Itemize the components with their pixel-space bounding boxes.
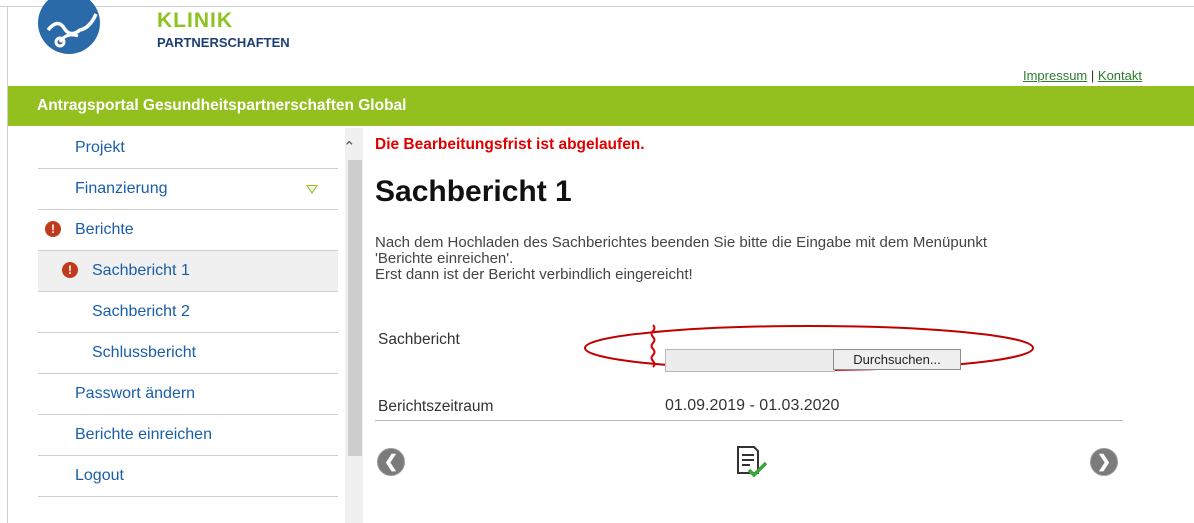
instructions-line: 'Berichte einreichen'. [375, 250, 514, 267]
submit-report-icon[interactable] [735, 446, 767, 478]
sidebar-item-projekt[interactable]: Projekt [38, 128, 338, 169]
sachbericht-label: Sachbericht [378, 331, 460, 348]
sidebar-item-label: Projekt [75, 139, 125, 156]
sidebar-item-sachbericht-2[interactable]: Sachbericht 2 [38, 292, 338, 333]
logo-text-partnerschaften: PARTNERSCHAFTEN [157, 35, 290, 50]
portal-header-bar: Antragsportal Gesundheitspartnerschaften… [8, 86, 1194, 126]
sidebar-item-label: Berichte [75, 221, 134, 238]
deadline-notice: Die Bearbeitungsfrist ist abgelaufen. [375, 136, 645, 153]
sidebar-item-logout[interactable]: Logout [38, 456, 338, 497]
file-path-field[interactable] [665, 349, 835, 372]
sidebar-item-label: Sachbericht 1 [92, 262, 190, 279]
instructions-line: Erst dann ist der Bericht verbindlich ei… [375, 266, 693, 283]
expand-triangle-icon[interactable] [306, 185, 318, 194]
previous-arrow-icon[interactable]: ❮ [377, 448, 405, 476]
sidebar-item-label: Schlussbericht [92, 344, 197, 361]
sidebar: Projekt Finanzierung ! Berichte ! Sachbe… [38, 128, 338, 497]
berichtszeitraum-value: 01.09.2019 - 01.03.2020 [665, 397, 840, 414]
instructions: Nach dem Hochladen des Sachberichtes bee… [375, 235, 1115, 283]
impressum-link[interactable]: Impressum [1023, 68, 1087, 83]
sidebar-item-label: Logout [75, 467, 124, 484]
next-arrow-icon[interactable]: ❯ [1090, 448, 1118, 476]
sidebar-item-sachbericht-1[interactable]: ! Sachbericht 1 [38, 251, 338, 292]
kontakt-link[interactable]: Kontakt [1098, 68, 1142, 83]
sidebar-item-finanzierung[interactable]: Finanzierung [38, 169, 338, 210]
scrollbar-thumb[interactable] [348, 160, 362, 456]
logo[interactable]: KLINIK PARTNERSCHAFTEN [38, 0, 290, 66]
portal-title: Antragsportal Gesundheitspartnerschaften… [37, 97, 407, 114]
logo-icon [38, 0, 100, 54]
sidebar-item-passwort-aendern[interactable]: Passwort ändern [38, 374, 338, 415]
sidebar-item-schlussbericht[interactable]: Schlussbericht [38, 333, 338, 374]
browse-button[interactable]: Durchsuchen... [833, 349, 961, 370]
sidebar-item-label: Finanzierung [75, 180, 168, 197]
sidebar-item-label: Berichte einreichen [75, 426, 212, 443]
top-links: Impressum | Kontakt [1023, 68, 1142, 83]
sidebar-item-berichte[interactable]: ! Berichte [38, 210, 338, 251]
berichtszeitraum-label: Berichtszeitraum [378, 398, 494, 415]
logo-text-klinik: KLINIK [157, 9, 233, 32]
sidebar-item-berichte-einreichen[interactable]: Berichte einreichen [38, 415, 338, 456]
link-separator: | [1090, 68, 1095, 83]
divider [375, 420, 1123, 421]
warning-icon: ! [62, 262, 78, 278]
sidebar-item-label: Sachbericht 2 [92, 303, 190, 320]
left-border [7, 6, 8, 523]
page-title: Sachbericht 1 [375, 175, 572, 208]
warning-icon: ! [45, 221, 61, 237]
instructions-line: Nach dem Hochladen des Sachberichtes bee… [375, 234, 988, 251]
sidebar-item-label: Passwort ändern [75, 385, 196, 402]
scroll-up-icon[interactable]: ⌃ [343, 138, 356, 156]
